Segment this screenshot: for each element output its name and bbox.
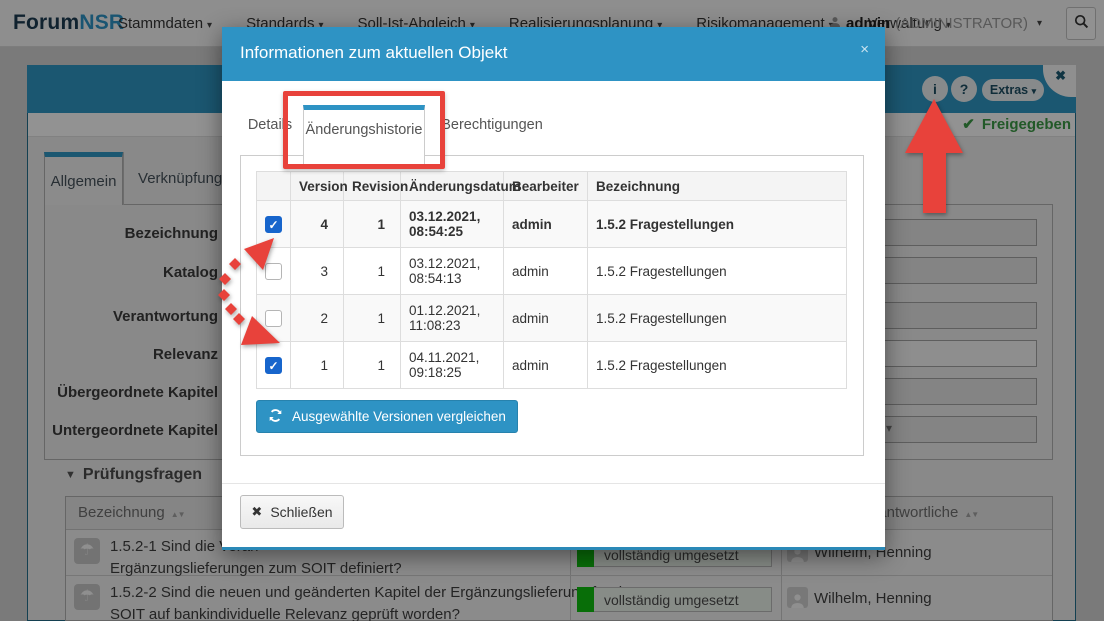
version-2-checkbox[interactable]: [265, 310, 282, 327]
bearbeiter-cell: admin: [504, 295, 588, 342]
modal-title: Informationen zum aktuellen Objekt: [240, 43, 507, 63]
datum-cell: 01.12.2021,11:08:23: [401, 295, 504, 342]
bezeichnung-cell: 1.5.2 Fragestellungen: [588, 201, 847, 248]
datum-cell: 03.12.2021,08:54:13: [401, 248, 504, 295]
bezeichnung-cell: 1.5.2 Fragestellungen: [588, 342, 847, 389]
modal-footer-divider: [222, 483, 885, 484]
bearbeiter-cell: admin: [504, 248, 588, 295]
bearbeiter-cell: admin: [504, 201, 588, 248]
column-header-version: Version: [291, 172, 344, 201]
bezeichnung-cell: 1.5.2 Fragestellungen: [588, 295, 847, 342]
version-1-checkbox[interactable]: [265, 357, 282, 374]
table-header-row: Version Revision Änderungsdatum Bearbeit…: [257, 172, 847, 201]
column-header-aenderungsdatum: Änderungsdatum: [401, 172, 504, 201]
revision-cell: 1: [344, 295, 401, 342]
modal-close-icon[interactable]: ×: [860, 41, 869, 58]
bearbeiter-cell: admin: [504, 342, 588, 389]
column-header-bezeichnung: Bezeichnung: [588, 172, 847, 201]
version-row-4: 4 1 03.12.2021,08:54:25 admin 1.5.2 Frag…: [257, 201, 847, 248]
revision-cell: 1: [344, 342, 401, 389]
bezeichnung-cell: 1.5.2 Fragestellungen: [588, 248, 847, 295]
screen: ForumNSR Stammdaten▾ Standards▾ Soll-Ist…: [0, 0, 1104, 621]
version-cell: 2: [291, 295, 344, 342]
version-4-checkbox[interactable]: [265, 216, 282, 233]
revision-cell: 1: [344, 201, 401, 248]
revision-cell: 1: [344, 248, 401, 295]
compare-versions-button[interactable]: Ausgewählte Versionen vergleichen: [256, 400, 518, 433]
datum-cell: 03.12.2021,08:54:25: [401, 201, 504, 248]
select-column-header: [257, 172, 291, 201]
datum-cell: 04.11.2021,09:18:25: [401, 342, 504, 389]
version-history-table: Version Revision Änderungsdatum Bearbeit…: [256, 171, 847, 389]
version-cell: 1: [291, 342, 344, 389]
modal-tab-berechtigungen[interactable]: Berechtigungen: [434, 105, 550, 145]
column-header-revision: Revision: [344, 172, 401, 201]
close-modal-button[interactable]: ✖Schließen: [240, 495, 344, 529]
close-icon: ✖: [251, 504, 262, 520]
version-cell: 4: [291, 201, 344, 248]
annotation-rectangle-history-tab: [283, 91, 445, 169]
version-3-checkbox[interactable]: [265, 263, 282, 280]
refresh-icon: [268, 408, 283, 426]
column-header-bearbeiter: Bearbeiter: [504, 172, 588, 201]
version-cell: 3: [291, 248, 344, 295]
version-row-2: 2 1 01.12.2021,11:08:23 admin 1.5.2 Frag…: [257, 295, 847, 342]
version-row-3: 3 1 03.12.2021,08:54:13 admin 1.5.2 Frag…: [257, 248, 847, 295]
version-row-1: 1 1 04.11.2021,09:18:25 admin 1.5.2 Frag…: [257, 342, 847, 389]
